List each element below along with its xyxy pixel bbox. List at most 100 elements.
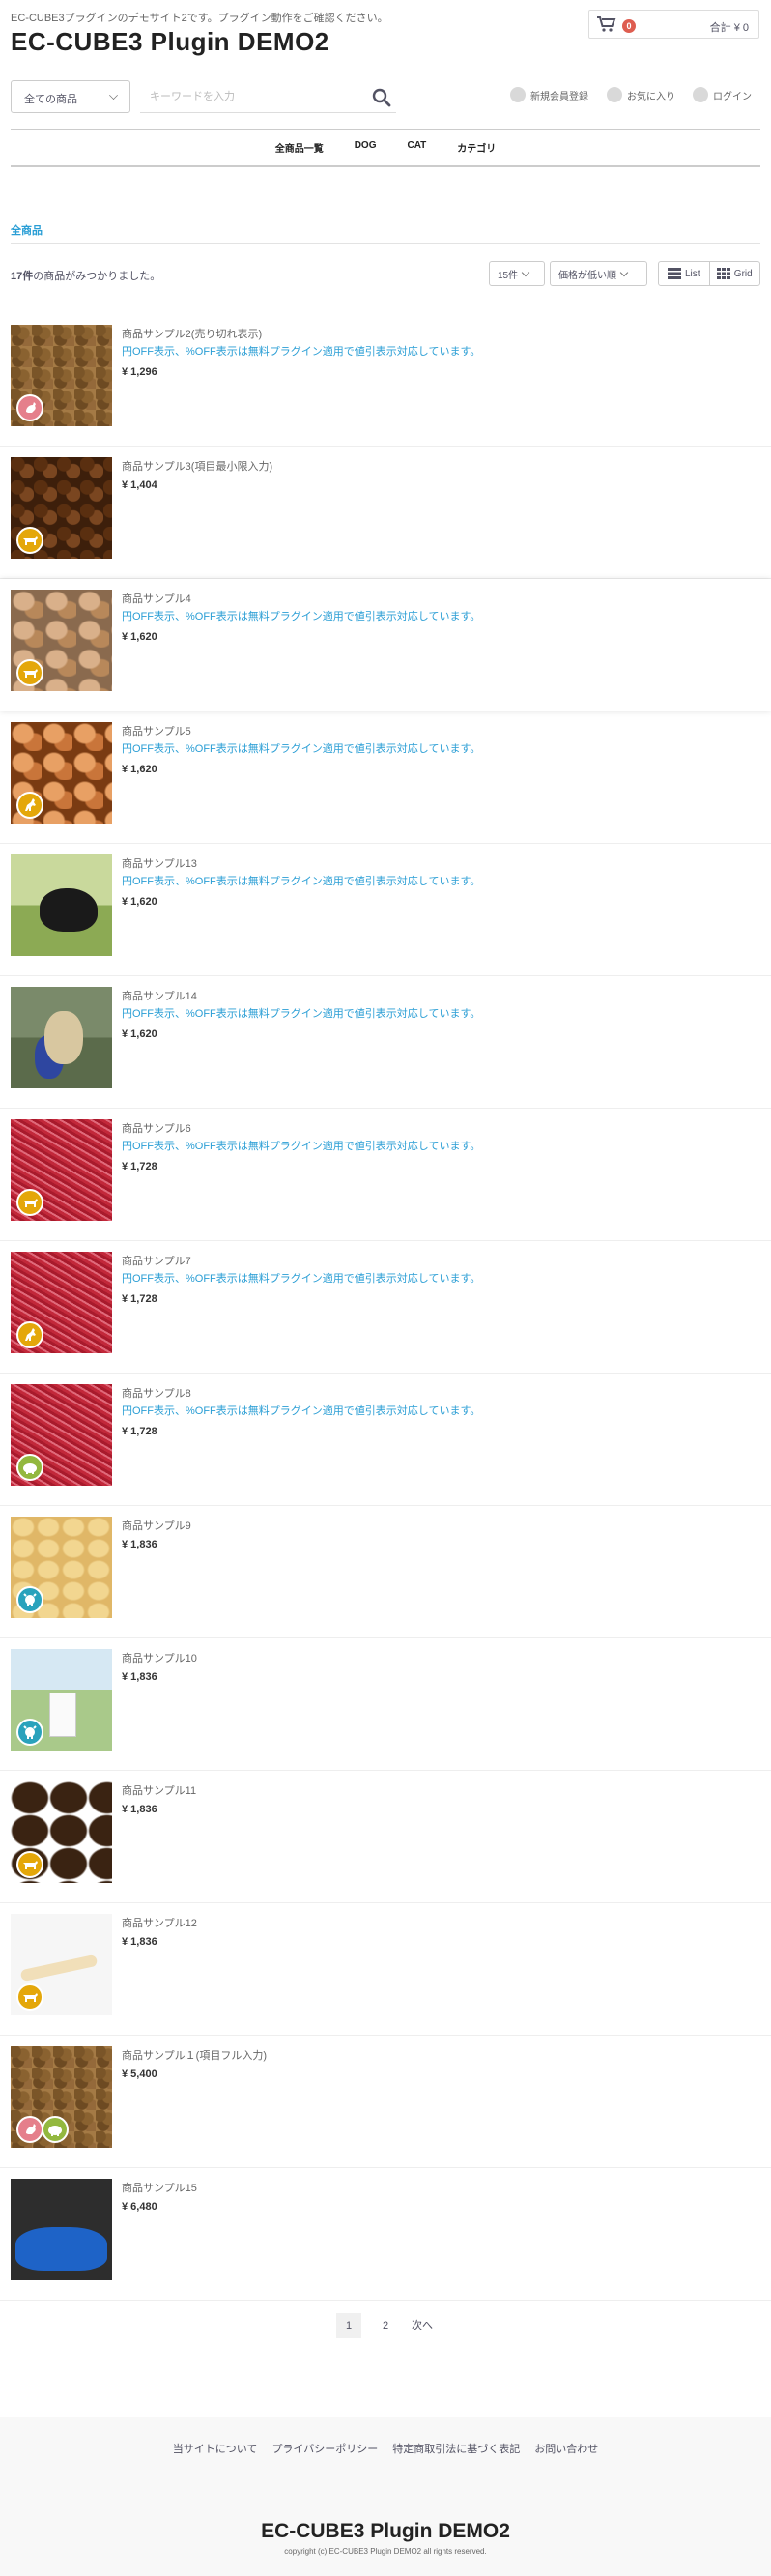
product-name[interactable]: 商品サンプル１(項目フル入力) [122,2047,267,2063]
product-price: ¥ 1,404 [122,479,157,491]
site-title[interactable]: EC-CUBE3 Plugin DEMO2 [11,27,329,57]
footer-link-contact[interactable]: お問い合わせ [534,2441,598,2456]
product-name[interactable]: 商品サンプル13 [122,855,197,871]
cow-icon [16,527,43,554]
footer-link-tokushoho[interactable]: 特定商取引法に基づく表記 [392,2441,520,2456]
product-discount-note: 円OFF表示、%OFF表示は無料プラグイン適用で値引表示対応しています。 [122,1008,481,1020]
product-item[interactable]: 商品サンプル10 ¥ 1,836 [0,1638,771,1771]
cart-count-badge: 0 [622,19,636,33]
product-image[interactable] [11,590,112,691]
product-image[interactable] [11,1914,112,2015]
product-price: ¥ 1,620 [122,1028,157,1040]
product-item[interactable]: 商品サンプル2(売り切れ表示) 円OFF表示、%OFF表示は無料プラグイン適用で値… [0,314,771,447]
product-image[interactable] [11,1649,112,1751]
product-image[interactable] [11,1384,112,1486]
product-image[interactable] [11,1781,112,1883]
product-image[interactable] [11,2046,112,2148]
product-name[interactable]: 商品サンプル8 [122,1385,191,1401]
product-name[interactable]: 商品サンプル6 [122,1120,191,1136]
product-image[interactable] [11,325,112,426]
page-1-link[interactable]: 1 [336,2313,361,2338]
page-2-link[interactable]: 2 [373,2313,398,2338]
product-price: ¥ 1,728 [122,1426,157,1437]
product-discount-note: 円OFF表示、%OFF表示は無料プラグイン適用で値引表示対応しています。 [122,743,481,755]
product-item[interactable]: 商品サンプル7 円OFF表示、%OFF表示は無料プラグイン適用で値引表示対応してい… [0,1241,771,1374]
product-price: ¥ 1,620 [122,896,157,908]
product-item[interactable]: 商品サンプル9 ¥ 1,836 [0,1506,771,1638]
chicken-icon [16,2116,43,2143]
per-page-select[interactable]: 15件 [489,261,545,286]
register-link[interactable]: 新規会員登録 [510,87,588,102]
product-price: ¥ 1,296 [122,366,157,378]
product-image[interactable] [11,457,112,559]
product-price: ¥ 1,728 [122,1293,157,1305]
product-item[interactable]: 商品サンプル15 ¥ 6,480 [0,2168,771,2301]
chicken-icon [16,394,43,421]
product-image[interactable] [11,2179,112,2280]
product-item[interactable]: 商品サンプル11 ¥ 1,836 [0,1771,771,1903]
product-item[interactable]: 商品サンプル3(項目最小限入力) ¥ 1,404 [0,447,771,579]
product-item[interactable]: 商品サンプル5 円OFF表示、%OFF表示は無料プラグイン適用で値引表示対応してい… [0,711,771,844]
product-name[interactable]: 商品サンプル4 [122,591,191,606]
product-image[interactable] [11,722,112,824]
result-count-suffix: の商品がみつかりました。 [33,271,161,282]
next-page-link[interactable]: 次へ [410,2313,435,2338]
cow-icon [16,1189,43,1216]
horse-icon [16,1321,43,1348]
grid-view-button[interactable]: Grid [708,262,760,285]
product-name[interactable]: 商品サンプル7 [122,1253,191,1268]
product-item[interactable]: 商品サンプル14 円OFF表示、%OFF表示は無料プラグイン適用で値引表示対応して… [0,976,771,1109]
product-name[interactable]: 商品サンプル11 [122,1782,196,1798]
breadcrumb[interactable]: 全商品 [11,222,43,238]
nav-item-category[interactable]: カテゴリ [457,140,496,155]
grid-label: Grid [733,268,753,279]
product-discount-note: 円OFF表示、%OFF表示は無料プラグイン適用で値引表示対応しています。 [122,346,481,358]
user-add-icon [510,87,526,102]
product-name[interactable]: 商品サンプル3(項目最小限入力) [122,458,272,474]
nav-item-cat[interactable]: CAT [407,140,426,155]
product-discount-note: 円OFF表示、%OFF表示は無料プラグイン適用で値引表示対応しています。 [122,1141,481,1152]
footer-link-privacy[interactable]: プライバシーポリシー [271,2441,378,2456]
product-item[interactable]: 商品サンプル１(項目フル入力) ¥ 5,400 [0,2036,771,2168]
product-image[interactable] [11,1252,112,1353]
cart-button[interactable]: 0 合計 ¥ 0 [588,10,759,39]
footer-site-title[interactable]: EC-CUBE3 Plugin DEMO2 [0,2520,771,2543]
product-name[interactable]: 商品サンプル12 [122,1915,197,1930]
product-price: ¥ 1,836 [122,1804,157,1815]
chevron-down-icon [109,91,118,100]
result-count: 17件の商品がみつかりました。 [11,268,160,283]
copyright: copyright (c) EC-CUBE3 Plugin DEMO2 all … [284,2547,487,2556]
product-image[interactable] [11,1119,112,1221]
product-name[interactable]: 商品サンプル9 [122,1518,191,1533]
lock-icon [693,87,708,102]
product-item[interactable]: 商品サンプル13 円OFF表示、%OFF表示は無料プラグイン適用で値引表示対応して… [0,844,771,976]
product-image[interactable] [11,987,112,1088]
list-view-button[interactable]: List [659,262,709,285]
footer-links: 当サイトについて プライバシーポリシー 特定商取引法に基づく表記 お問い合わせ [0,2441,771,2456]
favorites-link[interactable]: お気に入り [607,87,675,102]
product-item[interactable]: 商品サンプル6 円OFF表示、%OFF表示は無料プラグイン適用で値引表示対応してい… [0,1109,771,1241]
product-name[interactable]: 商品サンプル10 [122,1650,197,1665]
footer-link-about[interactable]: 当サイトについて [173,2441,258,2456]
product-item[interactable]: 商品サンプル4 円OFF表示、%OFF表示は無料プラグイン適用で値引表示対応してい… [0,579,771,711]
login-link[interactable]: ログイン [693,87,752,102]
product-name[interactable]: 商品サンプル15 [122,2180,197,2195]
search-input[interactable] [140,80,396,113]
product-image[interactable] [11,854,112,956]
category-nav: 全商品一覧 DOG CAT カテゴリ [0,140,771,155]
product-image[interactable] [11,1517,112,1618]
product-name[interactable]: 商品サンプル2(売り切れ表示) [122,326,262,341]
product-discount-note: 円OFF表示、%OFF表示は無料プラグイン適用で値引表示対応しています。 [122,611,481,622]
product-item[interactable]: 商品サンプル12 ¥ 1,836 [0,1903,771,2036]
sort-select[interactable]: 価格が低い順 [550,261,647,286]
product-item[interactable]: 商品サンプル8 円OFF表示、%OFF表示は無料プラグイン適用で値引表示対応してい… [0,1374,771,1506]
divider [11,129,760,130]
category-select-value: 全ての商品 [24,94,77,105]
pig-icon [42,2116,69,2143]
category-select[interactable]: 全ての商品 [11,80,130,113]
search-icon[interactable] [371,87,392,108]
product-name[interactable]: 商品サンプル5 [122,723,191,738]
nav-item-all[interactable]: 全商品一覧 [275,140,324,155]
product-name[interactable]: 商品サンプル14 [122,988,197,1003]
nav-item-dog[interactable]: DOG [355,140,377,155]
